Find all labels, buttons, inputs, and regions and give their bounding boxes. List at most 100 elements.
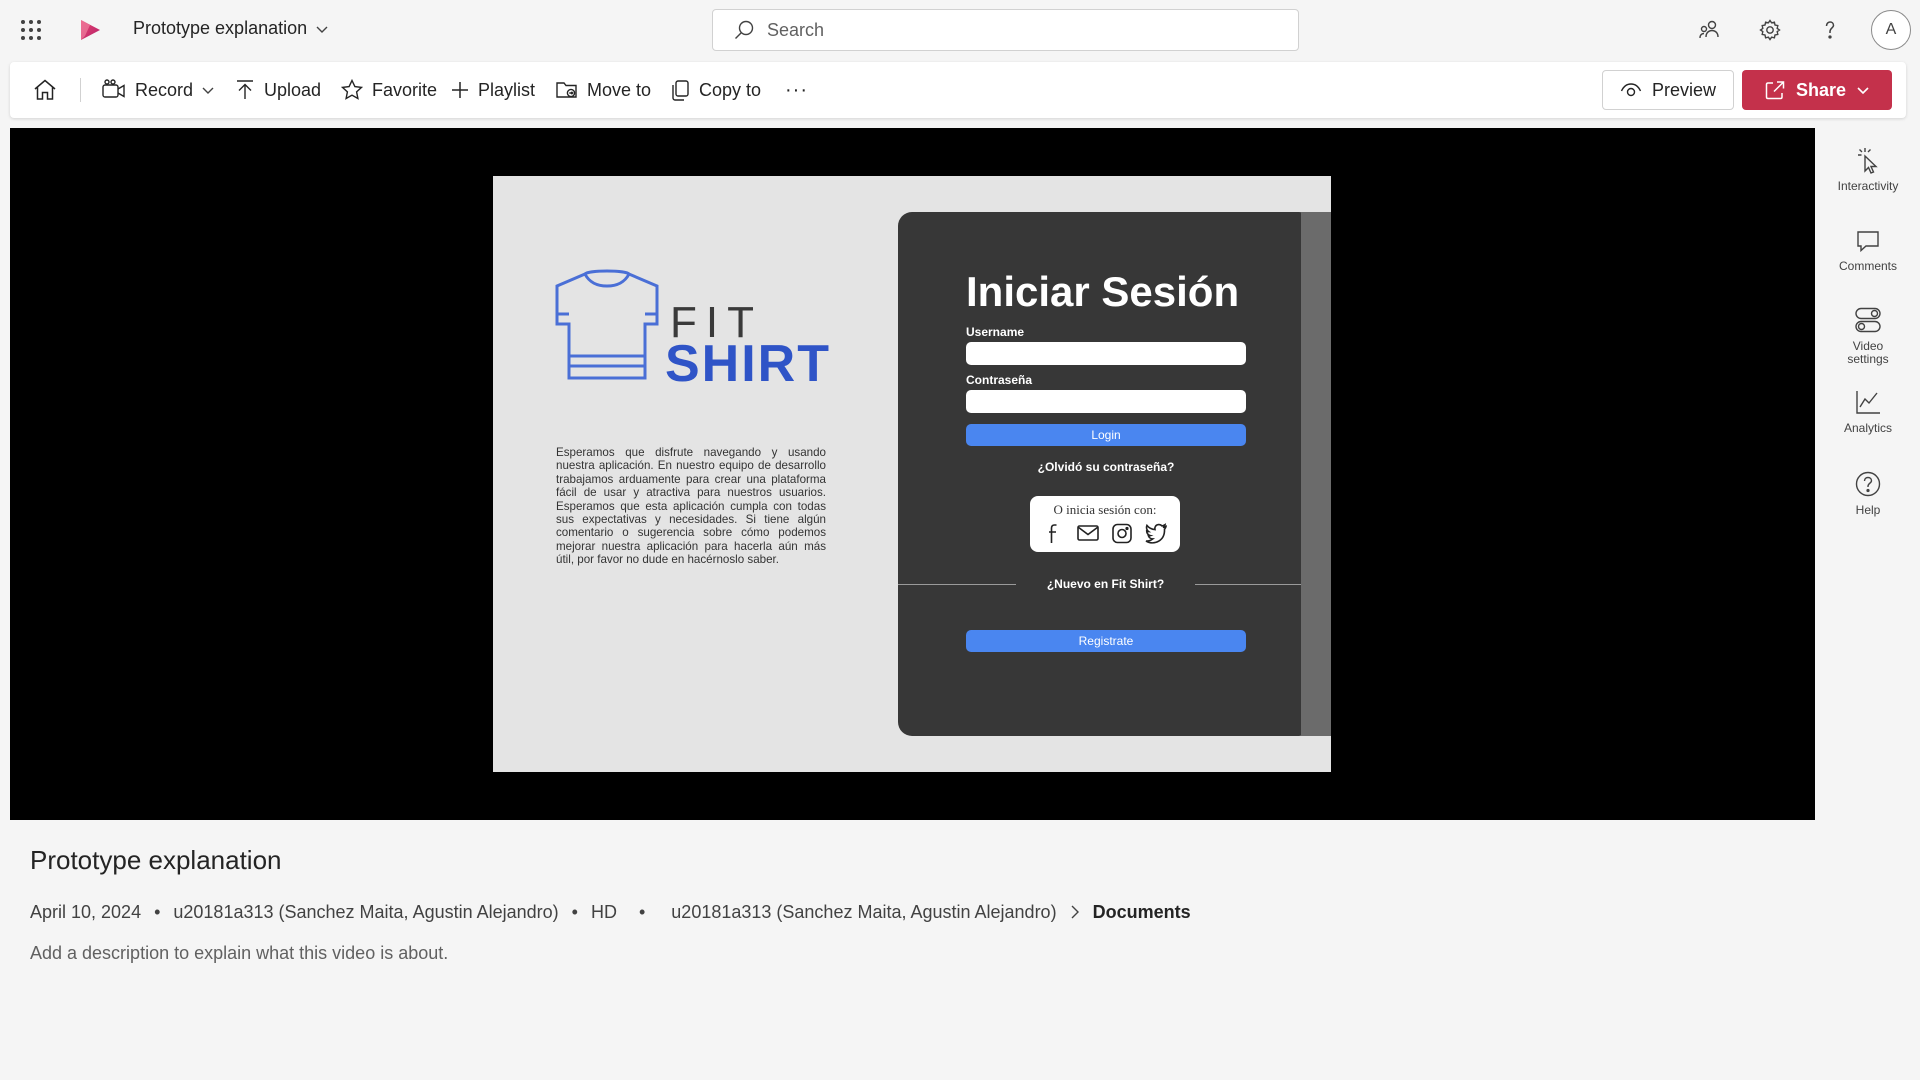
help-circle-icon [1855, 471, 1881, 497]
facebook-icon [1049, 524, 1057, 543]
mail-icon [1077, 525, 1099, 541]
settings-gear-icon[interactable] [1754, 14, 1786, 46]
copy-to-label: Copy to [699, 79, 762, 100]
search-box[interactable]: Search [712, 9, 1299, 51]
chevron-down-icon [316, 26, 328, 33]
social-login-box: O inicia sesión con: [1030, 496, 1180, 552]
rail-help[interactable]: Help [1830, 470, 1906, 517]
video-owner[interactable]: u20181a313 (Sanchez Maita, Agustin Aleja… [173, 902, 558, 923]
divider-line [898, 584, 1016, 585]
share-button[interactable]: Share [1742, 70, 1892, 110]
interactivity-icon [1858, 148, 1878, 174]
login-button: Login [966, 424, 1246, 446]
playlist-label: Playlist [478, 79, 536, 100]
social-login-title: O inicia sesión con: [1053, 502, 1157, 517]
command-bar: Record Upload Favorite Playlist Move to … [10, 62, 1906, 118]
user-avatar[interactable]: A [1871, 10, 1911, 50]
add-to-playlist-button[interactable]: Playlist [450, 62, 535, 118]
interactivity-label: Interactivity [1837, 179, 1899, 193]
separator-dot: • [571, 901, 578, 922]
forgot-password-link: ¿Olvidó su contraseña? [1037, 460, 1175, 474]
share-icon [1765, 81, 1785, 100]
favorite-button[interactable]: Favorite [340, 62, 437, 118]
eye-icon [1620, 83, 1642, 97]
video-player[interactable]: FIT SHIRT Esperamos que disfrute navegan… [10, 128, 1815, 820]
record-camera-icon [102, 79, 125, 98]
separator-dot: • [638, 901, 646, 922]
home-icon [34, 79, 56, 100]
video-settings-label: Video settings [1847, 340, 1888, 366]
twitter-icon [1145, 523, 1168, 544]
instagram-icon [1112, 523, 1132, 544]
plus-icon [452, 82, 468, 98]
app-launcher-icon[interactable] [14, 12, 48, 48]
login-title: Iniciar Sesión [966, 268, 1240, 315]
search-placeholder: Search [767, 19, 825, 40]
login-button-label: Login [1091, 428, 1121, 442]
help-question-icon[interactable] [1814, 14, 1846, 46]
search-icon [735, 20, 754, 39]
avatar-initial: A [1885, 21, 1897, 38]
rail-video-settings[interactable]: Video settings [1830, 306, 1906, 366]
chevron-right-icon [1071, 905, 1079, 919]
copy-icon [672, 80, 689, 101]
toolbar-divider [80, 78, 81, 102]
copy-to-button[interactable]: Copy to [669, 62, 761, 118]
rail-interactivity[interactable]: Interactivity [1830, 146, 1906, 193]
more-options-button[interactable]: ··· [785, 62, 808, 118]
video-metadata: April 10, 2024 • u20181a313 (Sanchez Mai… [30, 900, 1191, 924]
register-button: Registrate [966, 630, 1246, 652]
favorite-label: Favorite [372, 79, 438, 100]
tshirt-logo-icon [555, 269, 659, 380]
password-label: Contraseña [966, 373, 1033, 387]
separator-dot: • [154, 901, 161, 922]
top-app-bar: Prototype explanation Search A [0, 0, 1920, 60]
preview-label: Preview [1651, 79, 1717, 100]
record-button[interactable]: Record [101, 62, 215, 118]
upload-label: Upload [264, 79, 322, 100]
location-owner-link[interactable]: u20181a313 (Sanchez Maita, Agustin Aleja… [671, 902, 1056, 923]
home-button[interactable] [32, 62, 58, 118]
analytics-label: Analytics [1843, 421, 1893, 435]
star-icon [340, 78, 364, 100]
chevron-down-icon [1857, 87, 1869, 95]
chevron-down-icon [202, 87, 214, 94]
upload-date: April 10, 2024 [30, 901, 142, 922]
description-field[interactable]: Add a description to explain what this v… [30, 943, 448, 964]
upload-button[interactable]: Upload [234, 62, 321, 118]
move-to-button[interactable]: Move to [555, 62, 651, 118]
stream-logo-icon[interactable] [76, 16, 104, 44]
video-settings-label-line1: Video [1852, 339, 1884, 353]
upload-arrow-icon [237, 80, 253, 99]
video-frame: FIT SHIRT Esperamos que disfrute navegan… [493, 176, 1331, 772]
register-button-label: Registrate [1078, 634, 1134, 648]
comments-icon [1857, 231, 1879, 253]
help-label: Help [1855, 503, 1881, 517]
new-user-text: ¿Nuevo en Fit Shirt? [1046, 577, 1165, 591]
share-label: Share [1795, 79, 1847, 100]
username-label: Username [966, 325, 1025, 339]
welcome-paragraph: Esperamos que disfrute navegando y usand… [556, 446, 826, 567]
username-field [966, 342, 1246, 365]
move-to-label: Move to [587, 79, 652, 100]
preview-button[interactable]: Preview [1602, 70, 1734, 110]
rail-comments[interactable]: Comments [1830, 228, 1906, 273]
folder-move-icon [556, 82, 577, 98]
location-folder-link[interactable]: Documents [1093, 902, 1191, 923]
password-field [966, 390, 1246, 413]
video-quality: HD [590, 901, 617, 922]
share-people-icon[interactable] [1694, 14, 1726, 46]
record-label: Record [135, 79, 194, 100]
divider-line [1195, 584, 1313, 585]
more-options-icon: ··· [785, 78, 808, 101]
prototype-scrollbar [1301, 212, 1331, 736]
rail-analytics[interactable]: Analytics [1830, 388, 1906, 435]
video-title: Prototype explanation [30, 845, 282, 875]
brand-shirt-text: SHIRT [665, 335, 831, 393]
comments-label: Comments [1838, 259, 1897, 273]
video-settings-icon [1855, 307, 1881, 333]
document-title-dropdown[interactable]: Prototype explanation [133, 18, 329, 39]
login-panel: Iniciar Sesión Username Contraseña Login… [898, 212, 1313, 736]
video-settings-label-line2: settings [1847, 352, 1889, 366]
analytics-chart-icon [1856, 391, 1880, 414]
